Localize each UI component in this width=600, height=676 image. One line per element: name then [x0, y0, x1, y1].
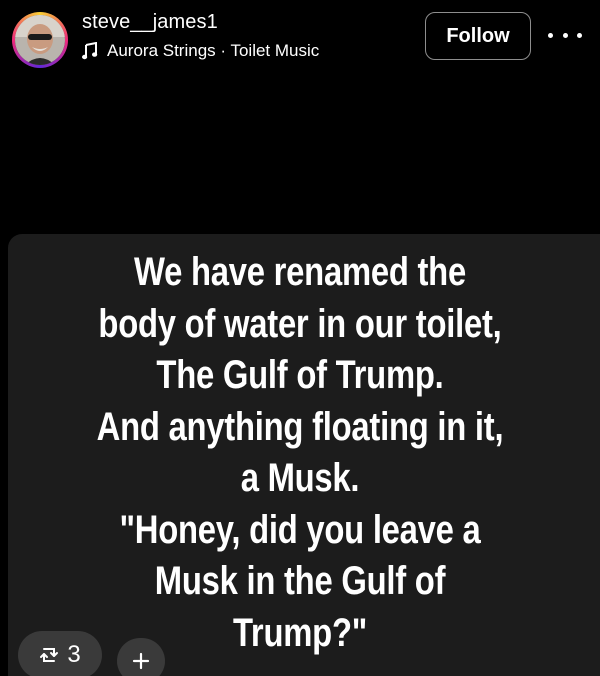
more-options-button[interactable]	[548, 24, 582, 46]
reel-screen: steve__james1 Aurora Strings · Toilet Mu…	[0, 0, 600, 676]
caption-line: "Honey, did you leave a	[119, 507, 481, 552]
post-header: steve__james1 Aurora Strings · Toilet Mu…	[0, 0, 600, 80]
music-attribution[interactable]: Aurora Strings · Toilet Music	[82, 40, 319, 62]
music-note-icon	[82, 42, 98, 60]
caption-line: We have renamed the	[134, 250, 466, 294]
avatar-story-ring[interactable]	[12, 12, 68, 68]
post-caption-text: We have renamed the body of water in our…	[54, 247, 546, 659]
repost-icon	[40, 648, 59, 662]
caption-line: body of water in our toilet,	[98, 301, 502, 346]
username[interactable]: steve__james1	[82, 10, 218, 34]
caption-line: a Musk.	[240, 456, 360, 500]
avatar[interactable]	[15, 15, 65, 65]
plus-icon	[132, 652, 150, 670]
follow-button[interactable]: Follow	[425, 12, 531, 60]
add-button[interactable]	[117, 638, 165, 676]
caption-line: And anything floating in it,	[96, 404, 504, 449]
ellipsis-icon-dot	[562, 32, 568, 38]
repost-count: 3	[67, 641, 81, 668]
repost-button[interactable]: 3	[18, 631, 102, 676]
caption-line: Musk in the Gulf of	[154, 559, 446, 603]
ellipsis-icon-dot	[577, 32, 582, 38]
ellipsis-icon-dot	[548, 32, 553, 38]
caption-line: The Gulf of Trump.	[156, 353, 444, 397]
avatar-image	[15, 15, 65, 65]
music-track-label: Aurora Strings · Toilet Music	[107, 41, 320, 60]
